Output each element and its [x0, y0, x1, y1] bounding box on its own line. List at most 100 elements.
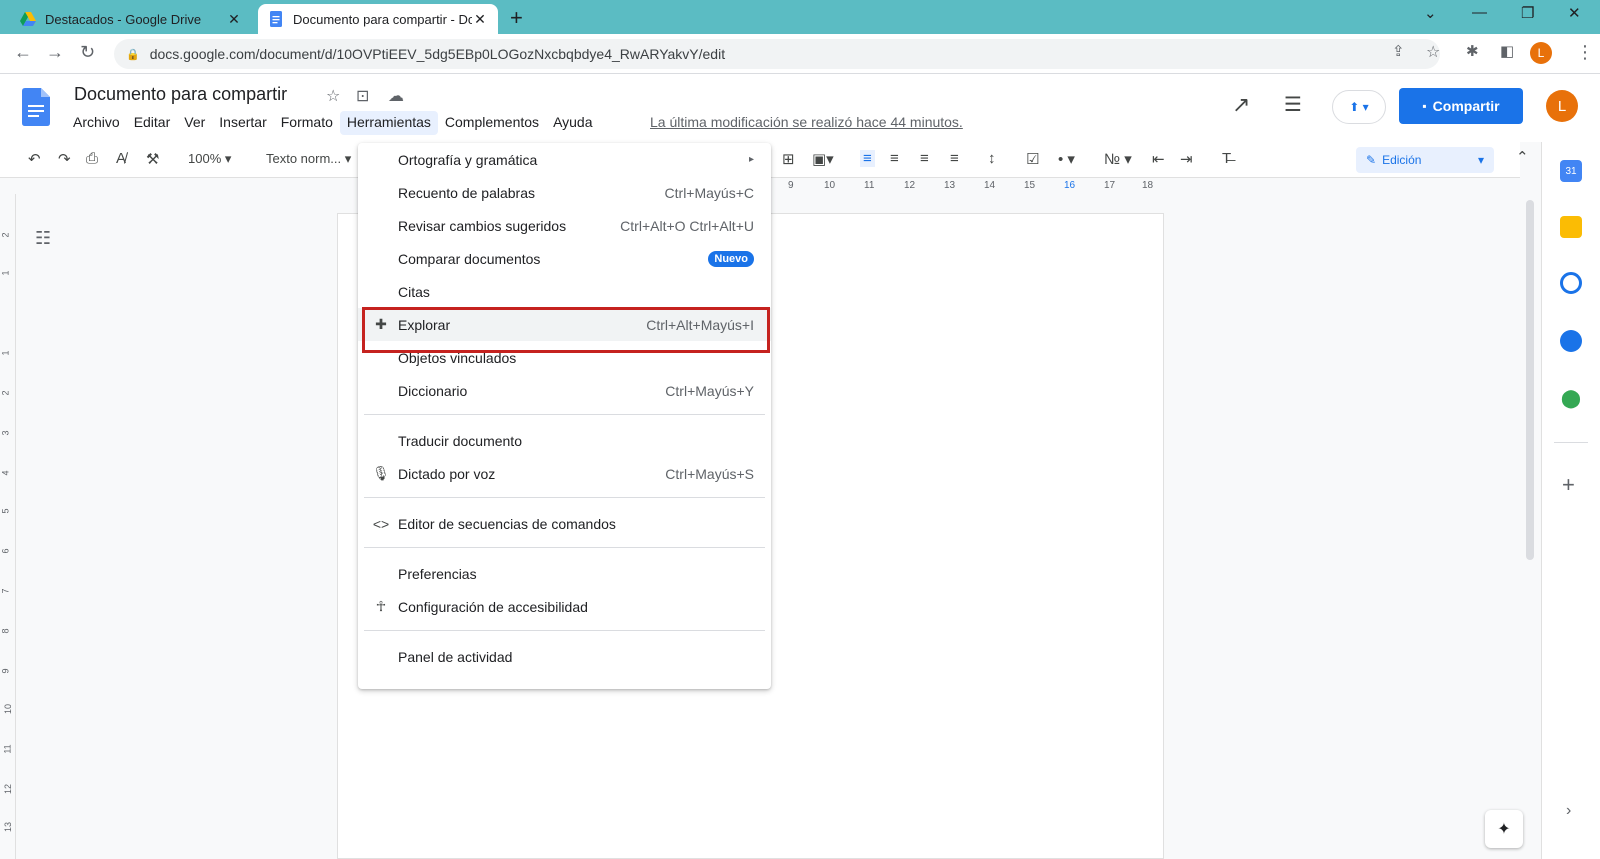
menu-item-dictionary[interactable]: Diccionario Ctrl+Mayús+Y — [358, 374, 771, 407]
docs-logo-icon[interactable] — [22, 88, 50, 126]
calendar-icon[interactable]: 31 — [1560, 160, 1582, 182]
menu-archivo[interactable]: Archivo — [66, 111, 127, 135]
shortcut: Ctrl+Mayús+S — [665, 465, 754, 482]
maps-icon[interactable]: ⬤ — [1560, 388, 1582, 410]
minimize-icon[interactable]: — — [1472, 4, 1487, 21]
align-left-icon[interactable]: ≡ — [860, 150, 875, 167]
last-edit-link[interactable]: La última modificación se realizó hace 4… — [650, 114, 963, 130]
insert-image-dropdown-icon[interactable]: ▣▾ — [812, 150, 834, 168]
browser-menu-icon[interactable]: ⋮ — [1576, 42, 1594, 63]
menu-item-accessibility[interactable]: ☥ Configuración de accesibilidad — [358, 590, 771, 623]
explore-button[interactable]: ✦ — [1485, 810, 1523, 848]
close-window-icon[interactable]: ✕ — [1568, 4, 1581, 22]
menu-item-preferences[interactable]: Preferencias — [358, 557, 771, 590]
ruler-tick: 10 — [824, 180, 836, 191]
numbered-list-icon[interactable]: № ▾ — [1104, 150, 1132, 168]
insert-image-icon[interactable]: ⊞ — [782, 150, 795, 168]
cloud-status-icon[interactable]: ☁ — [388, 86, 404, 106]
bookmark-star-icon[interactable]: ☆ — [1426, 42, 1440, 62]
vertical-ruler[interactable]: 2 1 1 2 3 4 5 6 7 8 9 10 11 12 13 — [0, 194, 16, 859]
menu-item-script-editor[interactable]: <> Editor de secuencias de comandos — [358, 507, 771, 540]
checklist-icon[interactable]: ☑ — [1026, 150, 1039, 168]
close-tab-icon[interactable]: ✕ — [226, 11, 242, 28]
contacts-icon[interactable] — [1560, 330, 1582, 352]
ruler-tick: 5 — [0, 508, 11, 514]
menu-item-compare-documents[interactable]: Comparar documentos Nuevo — [358, 242, 771, 275]
forward-icon[interactable]: → — [46, 42, 64, 63]
menu-ayuda[interactable]: Ayuda — [546, 111, 599, 135]
zoom-select[interactable]: 100% ▾ — [188, 151, 231, 167]
extensions-icon[interactable]: ✱ — [1466, 42, 1479, 60]
menu-herramientas[interactable]: Herramientas — [339, 111, 438, 135]
menu-item-translate[interactable]: Traducir documento — [358, 424, 771, 457]
menu-item-review-suggestions[interactable]: Revisar cambios sugeridos Ctrl+Alt+O Ctr… — [358, 209, 771, 242]
tools-menu: Ortografía y gramática ▸ Recuento de pal… — [358, 143, 771, 689]
vertical-scrollbar[interactable] — [1526, 200, 1534, 560]
menu-item-activity-dashboard[interactable]: Panel de actividad — [358, 640, 771, 673]
menu-item-voice-typing[interactable]: 🎙 Dictado por voz Ctrl+Mayús+S — [358, 457, 771, 490]
close-tab-icon[interactable]: ✕ — [472, 11, 488, 28]
new-tab-icon[interactable]: + — [510, 5, 523, 31]
menu-complementos[interactable]: Complementos — [438, 111, 546, 135]
collapse-menus-icon[interactable]: ⌃ — [1516, 148, 1529, 166]
ruler-tick: 14 — [984, 180, 996, 191]
share-label: Compartir — [1432, 98, 1500, 114]
share-button[interactable]: ▪ Compartir — [1399, 88, 1523, 124]
editing-mode-select[interactable]: ✎ Edición ▾ — [1356, 147, 1494, 173]
tab-drive[interactable]: Destacados - Google Drive ✕ — [10, 4, 252, 34]
undo-icon[interactable]: ↶ — [28, 150, 41, 168]
add-addon-icon[interactable]: + — [1562, 472, 1575, 498]
menu-item-citations[interactable]: Citas — [358, 275, 771, 308]
doc-title[interactable]: Documento para compartir — [74, 84, 287, 105]
menu-formato[interactable]: Formato — [274, 111, 340, 135]
decrease-indent-icon[interactable]: ⇤ — [1152, 150, 1165, 168]
submenu-arrow-icon: ▸ — [748, 154, 754, 165]
redo-icon[interactable]: ↷ — [58, 150, 71, 168]
align-right-icon[interactable]: ≡ — [920, 150, 929, 167]
bulleted-list-icon[interactable]: • ▾ — [1058, 150, 1075, 168]
document-outline-icon[interactable]: ☷ — [35, 228, 51, 249]
reload-icon[interactable]: ↻ — [80, 42, 95, 63]
tab-docs[interactable]: Documento para compartir - Doc ✕ — [258, 4, 498, 34]
tab-search-icon[interactable]: ⌄ — [1424, 4, 1437, 22]
back-icon[interactable]: ← — [14, 42, 32, 63]
activity-trend-icon[interactable]: ↗ — [1232, 92, 1250, 118]
print-icon[interactable]: ⎙ — [86, 150, 98, 167]
star-icon[interactable]: ☆ — [326, 86, 340, 106]
paint-format-icon[interactable]: ⚒ — [146, 150, 159, 168]
side-panel-icon[interactable]: ◧ — [1500, 42, 1514, 60]
spellcheck-icon[interactable]: A̸ — [116, 150, 126, 167]
menu-item-label: Ortografía y gramática — [398, 151, 538, 168]
side-panel: 31 ⬤ + › — [1541, 142, 1600, 859]
menu-item-word-count[interactable]: Recuento de palabras Ctrl+Mayús+C — [358, 176, 771, 209]
justify-icon[interactable]: ≡ — [950, 150, 959, 167]
mic-icon: 🎙 — [372, 465, 390, 481]
profile-avatar[interactable]: L — [1530, 42, 1552, 64]
line-spacing-icon[interactable]: ↕ — [988, 150, 996, 167]
ruler-tick: 10 — [3, 703, 14, 715]
restore-icon[interactable]: ❐ — [1521, 4, 1534, 22]
url-input[interactable]: 🔒 docs.google.com/document/d/10OVPtiEEV_… — [114, 39, 1440, 69]
move-folder-icon[interactable]: ⊡ — [356, 86, 369, 106]
clear-formatting-icon[interactable]: T̶ — [1222, 150, 1231, 167]
menu-ver[interactable]: Ver — [177, 111, 212, 135]
increase-indent-icon[interactable]: ⇥ — [1180, 150, 1193, 168]
explore-icon: ✦ — [1497, 821, 1511, 838]
menu-item-spelling[interactable]: Ortografía y gramática ▸ — [358, 143, 771, 176]
present-meeting-button[interactable]: ⬆ ▾ — [1332, 90, 1386, 124]
ruler-tick: 1 — [0, 270, 11, 276]
menu-insertar[interactable]: Insertar — [212, 111, 273, 135]
comments-icon[interactable]: ☰ — [1284, 92, 1302, 117]
present-icon: ⬆ ▾ — [1349, 100, 1369, 114]
paragraph-style-select[interactable]: Texto norm... ▾ — [266, 151, 351, 167]
expand-panel-icon[interactable]: › — [1566, 802, 1571, 820]
align-center-icon[interactable]: ≡ — [890, 150, 899, 167]
share-page-icon[interactable]: ⇪ — [1392, 42, 1405, 60]
menu-editar[interactable]: Editar — [127, 111, 178, 135]
keep-icon[interactable] — [1560, 216, 1582, 238]
ruler-tick: 6 — [0, 548, 11, 554]
google-docs-icon — [270, 11, 282, 27]
account-avatar[interactable]: L — [1546, 90, 1578, 122]
google-drive-icon — [20, 12, 36, 26]
tasks-icon[interactable] — [1560, 272, 1582, 294]
